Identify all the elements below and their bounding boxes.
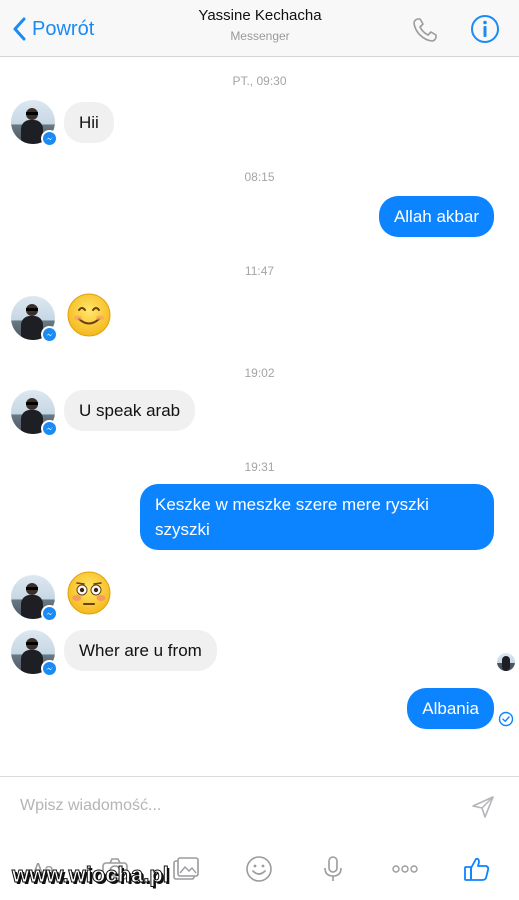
messenger-badge-icon	[41, 605, 58, 622]
message-input[interactable]: Wpisz wiadomość...	[20, 797, 161, 815]
gallery-icon[interactable]	[170, 854, 200, 884]
message-bubble-incoming[interactable]: Wher are u from	[64, 630, 217, 671]
send-icon[interactable]	[470, 794, 496, 820]
timestamp: 11:47	[244, 264, 275, 278]
watermark: www.wiocha.pl	[12, 862, 170, 888]
more-options-icon[interactable]	[390, 854, 420, 884]
timestamp: 19:02	[244, 366, 275, 380]
avatar[interactable]	[11, 100, 58, 147]
message-bubble-incoming[interactable]: U speak arab	[64, 390, 196, 431]
timestamp: PT., 09:30	[232, 74, 287, 88]
emoji-icon[interactable]	[244, 854, 274, 884]
messenger-badge-icon	[41, 660, 58, 677]
timestamp: 08:15	[244, 170, 275, 184]
conversation-header: Powrót Yassine Kechacha Messenger	[0, 0, 519, 57]
flushed-face-icon[interactable]	[67, 571, 111, 615]
microphone-icon[interactable]	[318, 854, 348, 884]
contact-name: Yassine Kechacha	[198, 7, 322, 24]
delivered-check-icon	[498, 711, 514, 727]
timestamp: 19:31	[244, 460, 275, 474]
avatar[interactable]	[11, 630, 58, 677]
phone-call-icon[interactable]	[410, 15, 440, 45]
info-icon[interactable]	[470, 14, 500, 44]
like-thumb-icon[interactable]	[462, 854, 492, 884]
messenger-badge-icon	[41, 420, 58, 437]
avatar[interactable]	[11, 296, 58, 343]
seen-by-avatar	[497, 653, 515, 671]
messenger-badge-icon	[41, 130, 58, 147]
back-label: Powrót	[32, 17, 95, 40]
message-bubble-outgoing[interactable]: Albania	[407, 688, 494, 729]
messenger-badge-icon	[41, 326, 58, 343]
avatar[interactable]	[11, 575, 58, 622]
smiling-face-icon[interactable]	[67, 293, 111, 337]
message-bubble-outgoing[interactable]: Allah akbar	[378, 196, 494, 237]
chevron-left-icon	[13, 17, 26, 41]
conversation-subtitle: Messenger	[230, 29, 290, 43]
avatar[interactable]	[11, 390, 58, 437]
message-bubble-incoming[interactable]: Hii	[64, 102, 114, 143]
conversation-title[interactable]: Yassine Kechacha Messenger	[140, 7, 380, 43]
message-bubble-outgoing[interactable]: Keszke w meszke szere mere ryszki szyszk…	[140, 484, 494, 550]
back-button[interactable]: Powrót	[12, 14, 94, 44]
